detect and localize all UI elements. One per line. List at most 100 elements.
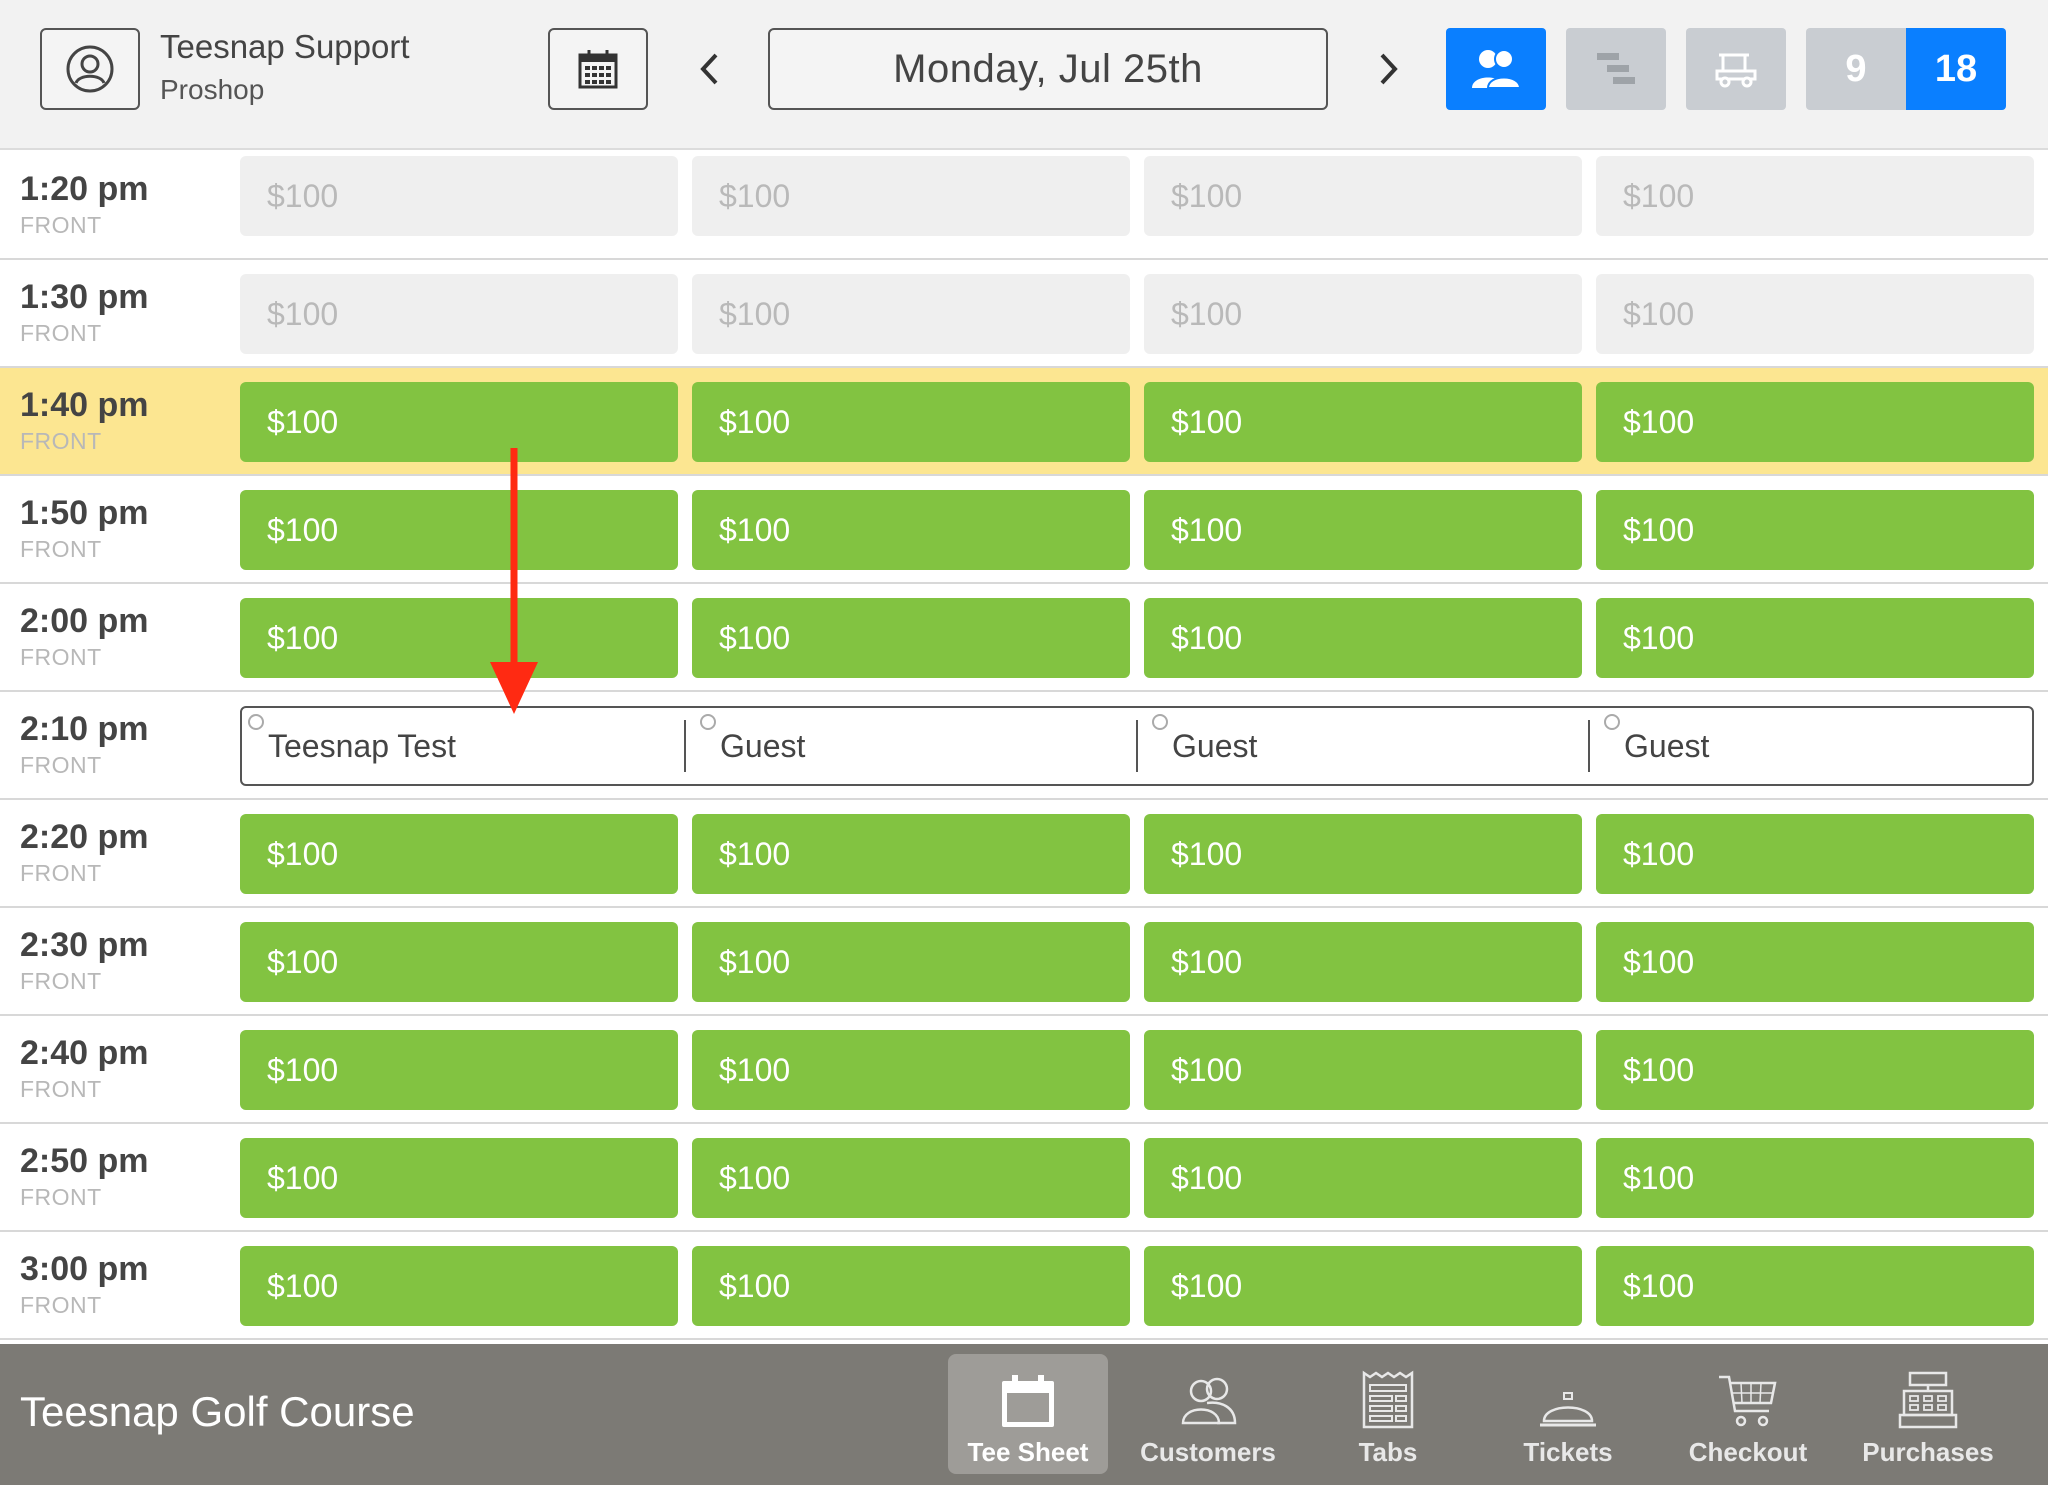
calendar-icon [1002,1375,1054,1427]
tee-slot-price[interactable]: $100 [1144,1246,1582,1326]
tee-time: 1:40 pm [20,386,149,424]
tee-slot-price[interactable]: $100 [692,598,1130,678]
tab-tickets[interactable]: Tickets [1488,1354,1648,1474]
tee-side: FRONT [20,644,102,670]
tee-side: FRONT [20,968,102,994]
tee-slot-price[interactable]: $100 [692,1246,1130,1326]
tee-slot-price[interactable]: $100 [1596,382,2034,462]
tee-time: 2:30 pm [20,926,149,964]
tee-slot-price[interactable]: $100 [692,156,1130,236]
calendar-button[interactable] [548,28,648,110]
tab-label: Tickets [1523,1437,1613,1467]
next-day-button[interactable] [1368,36,1408,102]
tee-side: FRONT [20,1076,102,1102]
player-name[interactable]: Teesnap Test [268,708,456,784]
tee-slot-price[interactable]: $100 [240,598,678,678]
nine-holes-toggle[interactable]: 9 [1806,28,1906,110]
player-name[interactable]: Guest [720,708,805,784]
tee-slot-price[interactable]: $100 [1144,1030,1582,1110]
tee-slot-price[interactable]: $100 [1144,922,1582,1002]
tee-slot-price[interactable]: $100 [1596,156,2034,236]
tee-slot-price[interactable]: $100 [692,922,1130,1002]
tee-time: 1:20 pm [20,170,149,208]
tee-slot-price[interactable]: $100 [240,1138,678,1218]
check-in-indicator-icon[interactable] [700,714,716,730]
tee-time: 2:40 pm [20,1034,149,1072]
tee-time-row: 1:30 pm FRONT $100 $100 $100 $100 [0,260,2048,368]
tee-slot-price[interactable]: $100 [1596,490,2034,570]
tee-side: FRONT [20,320,102,346]
tee-slot-price[interactable]: $100 [1596,598,2034,678]
tab-tee-sheet[interactable]: Tee Sheet [948,1354,1108,1474]
tee-time-row: 1:50 pm FRONT $100 $100 $100 $100 [0,476,2048,584]
tee-slot-price[interactable]: $100 [1596,1030,2034,1110]
tab-checkout[interactable]: Checkout [1668,1354,1828,1474]
tee-slot-price[interactable]: $100 [240,382,678,462]
tee-time-row: 2:30 pm FRONT $100 $100 $100 $100 [0,908,2048,1016]
user-name: Teesnap Support [160,28,410,65]
tab-label: Purchases [1862,1437,1994,1467]
tee-slot-price[interactable]: $100 [1144,598,1582,678]
tee-slot-price[interactable]: $100 [1596,274,2034,354]
tee-time: 1:30 pm [20,278,149,316]
user-avatar-icon [66,45,114,93]
tee-time-row: 2:50 pm FRONT $100 $100 $100 $100 [0,1124,2048,1232]
check-in-indicator-icon[interactable] [1152,714,1168,730]
tee-slot-price[interactable]: $100 [240,156,678,236]
check-in-indicator-icon[interactable] [248,714,264,730]
tee-slot-price[interactable]: $100 [240,1246,678,1326]
tee-slot-price[interactable]: $100 [1144,274,1582,354]
tab-customers[interactable]: Customers [1128,1354,1288,1474]
tee-time-row: 2:10 pm FRONT Teesnap Test Guest Guest Guest [0,692,2048,800]
tee-slot-price[interactable]: $100 [1144,1138,1582,1218]
previous-day-button[interactable] [690,36,730,102]
tee-time-row: 3:00 pm FRONT $100 $100 $100 $100 [0,1232,2048,1340]
customers-icon [1181,1377,1237,1425]
booking[interactable]: Teesnap Test Guest Guest Guest [240,706,2034,786]
timeline-view-button[interactable] [1566,28,1666,110]
eighteen-holes-toggle[interactable]: 18 [1906,28,2006,110]
annotation-arrow [490,448,538,714]
chevron-left-icon [700,53,718,85]
tee-slot-price[interactable]: $100 [1596,922,2034,1002]
tab-purchases[interactable]: Purchases [1848,1354,2008,1474]
tee-slot-price[interactable]: $100 [692,490,1130,570]
tee-slot-price[interactable]: $100 [240,274,678,354]
date-display[interactable]: Monday, Jul 25th [768,28,1328,110]
tee-slot-price[interactable]: $100 [1144,382,1582,462]
tee-side: FRONT [20,860,102,886]
golf-cart-icon [1715,53,1757,88]
tee-slot-price[interactable]: $100 [240,922,678,1002]
tee-time-row: 1:40 pm FRONT $100 $100 $100 $100 [0,368,2048,476]
player-name[interactable]: Guest [1172,708,1257,784]
tab-label: Tee Sheet [967,1437,1089,1467]
tee-slot-price[interactable]: $100 [692,1138,1130,1218]
chevron-right-icon [1380,53,1398,85]
tee-time-row: 2:00 pm FRONT $100 $100 $100 $100 [0,584,2048,692]
tee-slot-price[interactable]: $100 [240,814,678,894]
tee-slot-price[interactable]: $100 [1144,814,1582,894]
tee-slot-price[interactable]: $100 [240,1030,678,1110]
tee-slot-price[interactable]: $100 [692,1030,1130,1110]
user-profile-button[interactable] [40,28,140,110]
tab-tabs[interactable]: Tabs [1308,1354,1468,1474]
tee-slot-price[interactable]: $100 [240,490,678,570]
players-view-button[interactable] [1446,28,1546,110]
tee-time: 1:50 pm [20,494,149,532]
tee-slot-price[interactable]: $100 [1144,490,1582,570]
tee-slot-price[interactable]: $100 [692,382,1130,462]
tee-slot-price[interactable]: $100 [692,274,1130,354]
tee-sheet: 1:20 pm FRONT $100 $100 $100 $100 1:30 pm FRONT… [0,152,2048,1344]
tab-label: Tabs [1358,1437,1418,1467]
check-in-indicator-icon[interactable] [1604,714,1620,730]
cart-icon [1719,1375,1777,1427]
player-name[interactable]: Guest [1624,708,1709,784]
tee-slot-price[interactable]: $100 [1596,1246,2034,1326]
tee-slot-price[interactable]: $100 [1596,1138,2034,1218]
tee-slot-price[interactable]: $100 [1596,814,2034,894]
tee-slot-price[interactable]: $100 [692,814,1130,894]
cart-view-button[interactable] [1686,28,1786,110]
tee-slot-price[interactable]: $100 [1144,156,1582,236]
tee-time-row: 2:40 pm FRONT $100 $100 $100 $100 [0,1016,2048,1124]
timeline-icon [1597,53,1635,84]
